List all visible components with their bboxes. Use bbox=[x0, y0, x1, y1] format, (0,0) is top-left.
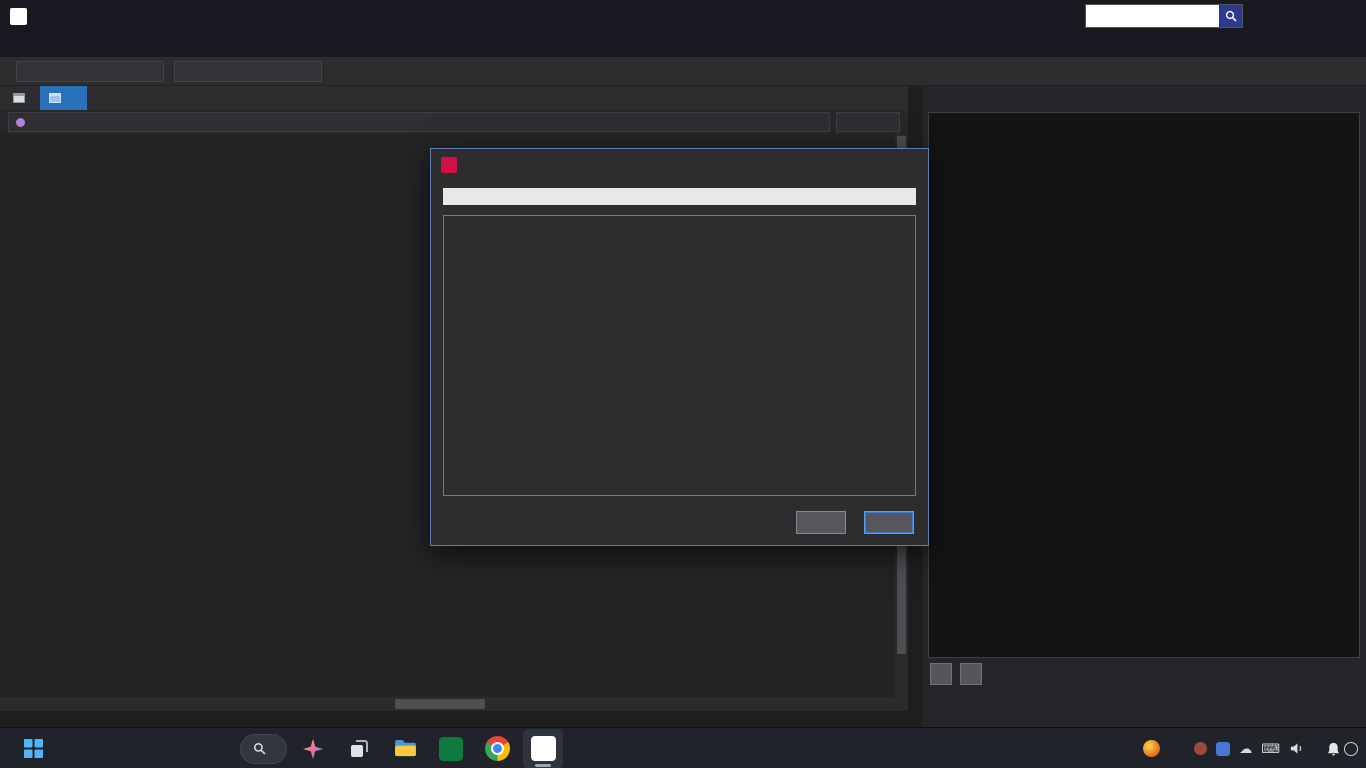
compile-progress-bar bbox=[443, 188, 916, 205]
close-button[interactable] bbox=[1324, 0, 1366, 33]
member-selector[interactable] bbox=[8, 112, 830, 132]
dialog-buttons bbox=[796, 511, 914, 534]
window-controls bbox=[1240, 0, 1366, 33]
quick-search-input[interactable] bbox=[1086, 5, 1219, 27]
document-tab-strip bbox=[0, 86, 908, 110]
clear-logs-button[interactable] bbox=[960, 663, 982, 685]
scrollbar-thumb[interactable] bbox=[395, 699, 485, 709]
editor-zoom-select[interactable] bbox=[836, 112, 900, 132]
main-toolbar bbox=[0, 57, 1366, 86]
compile-dialog bbox=[430, 148, 929, 546]
copilot-icon bbox=[302, 738, 324, 759]
build-configuration-select[interactable] bbox=[16, 60, 164, 82]
tab-main[interactable] bbox=[4, 86, 40, 110]
search-icon bbox=[254, 743, 266, 755]
windows-logo-icon bbox=[23, 739, 43, 758]
excel-button[interactable] bbox=[431, 729, 471, 768]
kill-process-button[interactable] bbox=[930, 663, 952, 685]
form-icon bbox=[13, 93, 25, 103]
build-profile-select[interactable] bbox=[174, 60, 322, 82]
file-explorer-button[interactable] bbox=[385, 729, 425, 768]
weather-widget[interactable] bbox=[1143, 740, 1172, 757]
cancel-button[interactable] bbox=[796, 511, 846, 534]
menu-bar bbox=[0, 33, 1366, 57]
bell-icon bbox=[1327, 742, 1340, 756]
notification-center-button[interactable] bbox=[1326, 741, 1358, 757]
minimize-button[interactable] bbox=[1240, 0, 1282, 33]
b4j-taskbar-button[interactable] bbox=[523, 728, 563, 768]
notification-count-badge bbox=[1344, 741, 1358, 756]
logs-output-area[interactable] bbox=[928, 112, 1360, 658]
search-button[interactable] bbox=[1219, 5, 1242, 27]
task-view-icon bbox=[351, 739, 368, 757]
chrome-icon bbox=[484, 736, 510, 761]
tray-app-icon[interactable] bbox=[1216, 741, 1231, 756]
file-explorer-icon bbox=[394, 739, 416, 757]
search-icon bbox=[1225, 10, 1237, 22]
system-tray: ☁ ⌨ bbox=[1194, 741, 1304, 757]
code-navigation-bar bbox=[0, 110, 908, 134]
volume-icon[interactable] bbox=[1289, 741, 1304, 756]
compile-log-output bbox=[443, 215, 916, 496]
excel-icon bbox=[439, 736, 463, 761]
editor-horizontal-scrollbar[interactable] bbox=[0, 697, 908, 711]
weather-icon bbox=[1143, 740, 1161, 757]
dialog-title-bar bbox=[431, 149, 928, 181]
taskbar-search[interactable] bbox=[240, 733, 287, 764]
close-dialog-button[interactable] bbox=[864, 511, 914, 534]
title-bar bbox=[0, 0, 1366, 33]
tray-status-icon[interactable] bbox=[1194, 742, 1208, 755]
task-view-button[interactable] bbox=[339, 729, 379, 768]
b4j-app-icon bbox=[10, 8, 27, 25]
tab-b4xmainpage[interactable] bbox=[40, 86, 87, 110]
keyboard-icon[interactable]: ⌨ bbox=[1261, 741, 1280, 757]
b4j-logo-icon bbox=[441, 157, 457, 173]
form-icon bbox=[49, 93, 61, 103]
quick-search-box bbox=[1085, 4, 1243, 28]
onedrive-icon[interactable]: ☁ bbox=[1239, 741, 1252, 757]
logs-panel-buttons bbox=[930, 663, 982, 685]
b4j-icon bbox=[530, 736, 556, 761]
maximize-button[interactable] bbox=[1282, 0, 1324, 33]
windows-taskbar: ☁ ⌨ bbox=[0, 727, 1366, 768]
start-button[interactable] bbox=[13, 729, 53, 768]
chrome-button[interactable] bbox=[477, 729, 517, 768]
method-icon bbox=[16, 117, 25, 127]
logs-panel-header bbox=[922, 86, 1366, 110]
copilot-button[interactable] bbox=[293, 729, 333, 768]
panel-tab-strip bbox=[922, 692, 1366, 717]
